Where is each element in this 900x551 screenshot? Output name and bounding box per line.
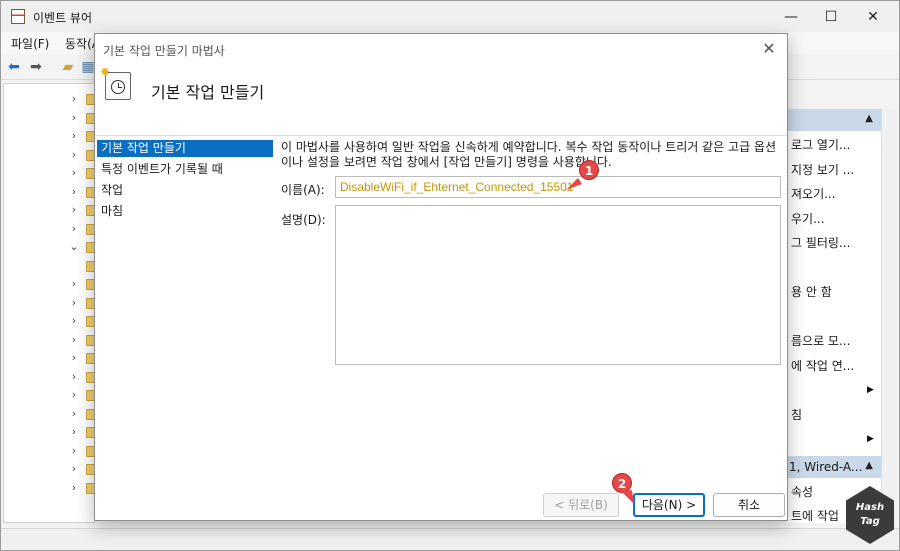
action-item-attach-task[interactable]: 트에 작업 [791,507,839,524]
actions-section-header[interactable]: ▲ [787,109,881,131]
wizard-title-bar: 기본 작업 만들기 마법사 ✕ [95,34,787,64]
tree-node[interactable]: › [4,423,96,441]
chevron-right-icon[interactable]: › [68,164,80,182]
chevron-right-icon[interactable]: › [68,201,80,219]
action-item[interactable]: 지정 보기 ... [791,161,854,178]
folder-up-icon[interactable]: ▰ [59,58,77,76]
collapse-icon: ▲ [865,460,873,471]
forward-arrow-icon[interactable]: ➡ [27,58,45,76]
tree-node[interactable]: › [4,146,96,164]
minimize-button[interactable]: — [771,5,811,29]
chevron-right-icon[interactable]: › [68,386,80,404]
chevron-right-icon[interactable]: › [68,331,80,349]
tree-node[interactable]: › [4,386,96,404]
description-input[interactable] [335,205,781,365]
chevron-down-icon[interactable]: ⌄ [68,238,80,256]
chevron-right-icon[interactable]: › [68,368,80,386]
tree-node[interactable]: › [4,109,96,127]
tree-node[interactable]: › [4,331,96,349]
action-item[interactable]: 에 작업 연... [791,357,854,374]
action-item[interactable]: 름으로 모... [791,332,850,349]
window-title: 이벤트 뷰어 [33,11,93,25]
step-action[interactable]: 작업 [97,182,273,199]
tree-node[interactable]: › [4,312,96,330]
step-finish[interactable]: 마침 [97,203,273,220]
step-create-basic-task[interactable]: 기본 작업 만들기 [97,140,273,157]
action-item[interactable]: 로그 열기... [791,136,850,153]
maximize-button[interactable]: ☐ [811,5,851,29]
marker-arrow-2 [622,490,634,504]
wizard-heading: 기본 작업 만들기 [151,83,265,102]
new-star-icon: ✸ [100,65,111,79]
action-item[interactable]: 침 [791,406,802,423]
actions-section2-header[interactable]: 1, Wired-A... ▲ [787,456,881,478]
tree-node[interactable]: › [4,201,96,219]
marker-arrow-1 [566,178,582,190]
tree-node[interactable]: › [4,294,96,312]
chevron-right-icon[interactable]: › [68,349,80,367]
chevron-right-icon[interactable]: › [68,109,80,127]
tree-node[interactable]: › [4,349,96,367]
tree-node[interactable]: › [4,183,96,201]
submenu-arrow-icon[interactable]: ▶ [867,385,874,395]
chevron-right-icon[interactable]: › [68,220,80,238]
chevron-right-icon[interactable]: › [68,90,80,108]
action-item[interactable]: 용 안 함 [791,283,832,300]
chevron-right-icon[interactable]: › [68,479,80,497]
close-icon[interactable]: ✕ [759,39,779,59]
wizard-description: 이 마법사를 사용하여 일반 작업을 신속하게 예약합니다. 복수 작업 동작이… [281,140,777,169]
console-tree[interactable]: › › › › › › › › ⌄ › › › › › › › › › › › › [3,83,96,523]
event-viewer-icon [11,9,25,24]
action-item[interactable]: 그 필터링... [791,234,850,251]
chevron-right-icon[interactable]: › [68,442,80,460]
task-scheduler-icon: ✸ [100,65,131,100]
status-bar [1,528,899,550]
name-label: 이름(A): [281,183,325,197]
chevron-right-icon[interactable]: › [68,423,80,441]
create-basic-task-wizard: 기본 작업 만들기 마법사 ✕ ✸ 기본 작업 만들기 기본 작업 만들기 특정… [94,33,788,521]
tree-node[interactable]: ⌄ [4,238,96,256]
action-item[interactable]: 우기... [791,210,825,227]
chevron-right-icon[interactable]: › [68,460,80,478]
wizard-steps: 기본 작업 만들기 특정 이벤트가 기록될 때 작업 마침 [97,138,273,518]
action-item[interactable]: 져오기... [791,185,836,202]
chevron-right-icon[interactable]: › [68,405,80,423]
tree-node[interactable] [4,257,96,275]
action-item-properties[interactable]: 속성 [791,483,813,500]
collapse-icon: ▲ [865,113,873,124]
tree-node[interactable]: › [4,368,96,386]
tree-node[interactable]: › [4,460,96,478]
chevron-right-icon[interactable]: › [68,275,80,293]
back-arrow-icon[interactable]: ⬅ [5,58,23,76]
clock-icon [111,80,125,94]
wizard-title: 기본 작업 만들기 마법사 [103,44,225,58]
title-bar: 이벤트 뷰어 — ☐ ✕ [1,1,899,32]
menu-file[interactable]: 파일(F) [11,35,49,52]
tree-node[interactable]: › [4,127,96,145]
submenu-arrow-icon[interactable]: ▶ [867,434,874,444]
description-label: 설명(D): [281,213,326,227]
chevron-right-icon[interactable]: › [68,294,80,312]
tree-node[interactable]: › [4,164,96,182]
tree-node[interactable]: › [4,275,96,293]
close-button[interactable]: ✕ [853,5,893,29]
tree-node[interactable]: › [4,479,96,497]
name-input[interactable] [335,176,781,198]
actions-scrollbar[interactable] [881,109,897,523]
chevron-right-icon[interactable]: › [68,183,80,201]
wizard-header: ✸ 기본 작업 만들기 [95,64,787,136]
cancel-button[interactable]: 취소 [713,493,785,517]
tree-node[interactable]: › [4,220,96,238]
next-button[interactable]: 다음(N) > [633,493,705,517]
chevron-right-icon[interactable]: › [68,312,80,330]
tree-node[interactable]: › [4,90,96,108]
tree-node[interactable]: › [4,442,96,460]
back-button[interactable]: < 뒤로(B) [543,493,619,517]
chevron-right-icon[interactable]: › [68,146,80,164]
tree-node[interactable]: › [4,405,96,423]
step-event-logged[interactable]: 특정 이벤트가 기록될 때 [97,161,273,178]
chevron-right-icon[interactable]: › [68,127,80,145]
